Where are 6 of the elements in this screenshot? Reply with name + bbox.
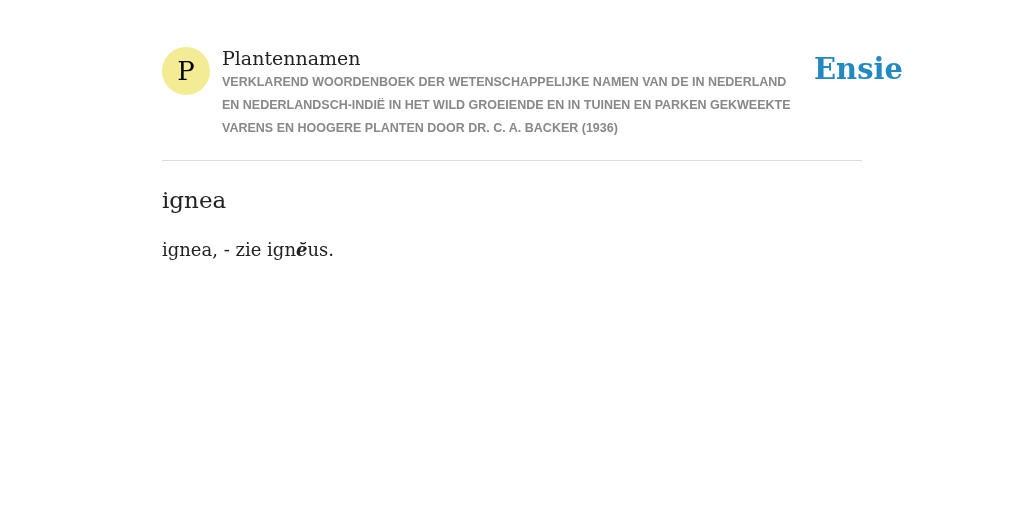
logo-icon: P	[162, 47, 210, 95]
entry-heading: ignea	[162, 186, 228, 215]
dictionary-subtitle: VERKLAREND WOORDENBOEK DER WETENSCHAPPELIJKE NAMEN VAN DE IN NEDERLAND EN NEDERLANDSCH-INDIË IN HET WILD GROEIENDE EN IN TUINEN EN PARKEN GEKWEEKTE VARENS EN HOOGERE PLANTEN DOOR DR. C. A. BACKER (1936)	[222, 74, 792, 137]
entry-definition: ignea, - zie ignĕus.	[162, 237, 335, 262]
brand-logo[interactable]: Ensie	[814, 48, 903, 92]
dictionary-title: Plantennamen	[222, 46, 362, 70]
